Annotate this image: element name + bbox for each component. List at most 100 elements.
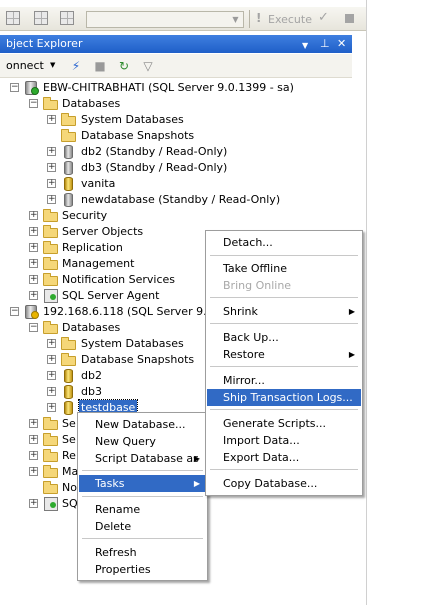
collapse-icon[interactable]: − — [10, 307, 19, 316]
expand-icon[interactable]: + — [29, 467, 38, 476]
expand-icon[interactable]: + — [47, 163, 56, 172]
menu-item-shrink[interactable]: Shrink ▶ — [207, 303, 361, 320]
tree-node-label: Ma — [62, 465, 79, 478]
menu-item-copy-database[interactable]: Copy Database... — [207, 475, 361, 492]
menu-item-label: Back Up... — [223, 331, 279, 344]
menu-item-detach[interactable]: Detach... — [207, 234, 361, 251]
menu-item-label: Import Data... — [223, 434, 300, 447]
menu-separator — [82, 496, 203, 497]
menu-item-restore[interactable]: Restore ▶ — [207, 346, 361, 363]
collapse-icon[interactable]: − — [29, 99, 38, 108]
expand-icon[interactable]: + — [29, 243, 38, 252]
expand-icon[interactable]: + — [29, 419, 38, 428]
expand-icon[interactable]: + — [29, 435, 38, 444]
tree-node-label: Databases — [62, 321, 121, 334]
menu-item-new-query[interactable]: New Query — [79, 433, 206, 450]
menu-item-label: New Database... — [95, 418, 186, 431]
menu-item-take-offline[interactable]: Take Offline — [207, 260, 361, 277]
folder-icon — [61, 337, 76, 350]
menu-item-mirror[interactable]: Mirror... — [207, 372, 361, 389]
menu-item-label: Properties — [95, 563, 151, 576]
menu-item-label: Tasks — [95, 477, 125, 490]
tree-node-label: vanita — [81, 177, 116, 190]
menu-item-rename[interactable]: Rename — [79, 501, 206, 518]
results-to-grid-icon[interactable] — [34, 11, 50, 27]
expand-icon[interactable]: + — [47, 371, 56, 380]
tree-node-label: db2 — [81, 369, 102, 382]
expand-icon[interactable]: + — [29, 211, 38, 220]
expand-icon[interactable]: + — [47, 387, 56, 396]
expand-icon[interactable]: + — [47, 355, 56, 364]
menu-item-delete[interactable]: Delete — [79, 518, 206, 535]
expand-icon[interactable]: + — [29, 291, 38, 300]
menu-item-back-up[interactable]: Back Up... — [207, 329, 361, 346]
folder-icon — [43, 97, 58, 110]
stop-icon[interactable] — [345, 14, 354, 23]
expand-icon[interactable]: + — [29, 275, 38, 284]
menu-item-generate-scripts[interactable]: Generate Scripts... — [207, 415, 361, 432]
chevron-down-icon[interactable]: ▼ — [50, 61, 55, 69]
expand-icon[interactable]: + — [29, 259, 38, 268]
folder-icon — [43, 257, 58, 270]
checkmark-icon[interactable]: ✓ — [318, 10, 329, 25]
query-toolbar: ▼ ! Execute ✓ — [0, 7, 366, 31]
folder-icon — [61, 113, 76, 126]
close-icon[interactable]: ✕ — [337, 37, 346, 50]
menu-item-export-data[interactable]: Export Data... — [207, 449, 361, 466]
tree-node-label: db2 (Standby / Read-Only) — [81, 145, 228, 158]
expand-icon[interactable]: + — [47, 195, 56, 204]
menu-item-script-database[interactable]: Script Database as ▶ — [79, 450, 206, 467]
tree-node-label: Server Objects — [62, 225, 144, 238]
stop-icon[interactable]: ■ — [92, 58, 108, 74]
window-position-icon[interactable]: ▼ — [302, 39, 308, 52]
menu-item-import-data[interactable]: Import Data... — [207, 432, 361, 449]
disconnect-icon[interactable]: ⚡ — [68, 58, 84, 74]
execute-button[interactable]: Execute — [268, 13, 312, 26]
folder-icon — [43, 225, 58, 238]
expand-icon[interactable]: + — [47, 115, 56, 124]
chevron-down-icon: ▼ — [232, 15, 239, 24]
folder-icon — [43, 241, 58, 254]
expand-icon[interactable]: + — [47, 147, 56, 156]
expand-icon[interactable]: + — [47, 339, 56, 348]
menu-item-label: Detach... — [223, 236, 273, 249]
tree-node-label: Database Snapshots — [81, 353, 195, 366]
database-icon — [64, 401, 73, 415]
expand-icon[interactable]: + — [29, 499, 38, 508]
panel-border — [366, 0, 367, 605]
menu-item-properties[interactable]: Properties — [79, 561, 206, 578]
expand-icon[interactable]: + — [47, 403, 56, 412]
results-to-text-icon[interactable] — [6, 11, 22, 27]
object-explorer-toolbar: onnect ▼ ⚡ ■ ↻ ▽ — [0, 54, 352, 78]
connect-button[interactable]: onnect — [6, 59, 44, 72]
expand-icon[interactable]: + — [47, 179, 56, 188]
tree-node-label: Replication — [62, 241, 123, 254]
menu-item-tasks[interactable]: Tasks ▶ — [79, 475, 206, 492]
refresh-icon[interactable]: ↻ — [116, 58, 132, 74]
menu-item-new-database[interactable]: New Database... — [79, 416, 206, 433]
submenu-arrow-icon: ▶ — [348, 307, 355, 316]
database-icon — [64, 177, 73, 191]
database-selector[interactable]: ▼ — [86, 11, 244, 28]
panel-title: bject Explorer — [6, 37, 83, 50]
collapse-icon[interactable]: − — [10, 83, 19, 92]
tree-node-label: System Databases — [81, 337, 184, 350]
database-icon — [64, 161, 73, 175]
expand-icon[interactable]: + — [29, 451, 38, 460]
menu-item-refresh[interactable]: Refresh — [79, 544, 206, 561]
database-icon — [64, 145, 73, 159]
results-to-file-icon[interactable] — [60, 11, 76, 27]
filter-icon[interactable]: ▽ — [140, 58, 156, 74]
menu-separator — [210, 409, 358, 410]
menu-item-bring-online: Bring Online — [207, 277, 361, 294]
pin-icon[interactable]: ⊥ — [320, 37, 330, 50]
tree-node-label: Security — [62, 209, 108, 222]
folder-icon — [43, 209, 58, 222]
tree-node-label: 192.168.6.118 (SQL Server 9.0.1 — [43, 305, 225, 318]
menu-item-label: Export Data... — [223, 451, 300, 464]
menu-item-ship-transaction-logs[interactable]: Ship Transaction Logs... — [207, 389, 361, 406]
menu-separator — [210, 297, 358, 298]
collapse-icon[interactable]: − — [29, 323, 38, 332]
expand-icon[interactable]: + — [29, 227, 38, 236]
tree-node-label: No — [62, 481, 77, 494]
